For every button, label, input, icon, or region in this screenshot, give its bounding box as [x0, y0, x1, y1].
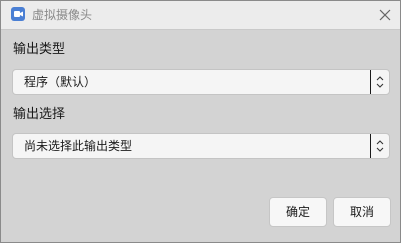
output-type-label: 输出类型: [13, 42, 66, 57]
title-bar[interactable]: 虚拟摄像头: [1, 1, 400, 30]
updown-chevron-icon: [376, 140, 384, 152]
ok-button[interactable]: 确定: [269, 197, 327, 227]
output-type-value: 程序（默认）: [24, 75, 97, 89]
camera-app-icon: [11, 7, 25, 21]
output-select-select[interactable]: 尚未选择此输出类型: [12, 133, 390, 159]
select-divider: [370, 70, 371, 94]
virtual-camera-dialog: 虚拟摄像头 输出类型 程序（默认） 输出选择 尚未选择此输出类型 确定 取消: [0, 0, 401, 243]
cancel-button[interactable]: 取消: [333, 197, 391, 227]
select-divider: [370, 134, 371, 158]
output-select-value: 尚未选择此输出类型: [24, 139, 133, 153]
output-type-select[interactable]: 程序（默认）: [12, 69, 390, 95]
close-button[interactable]: [373, 3, 397, 27]
window-title: 虚拟摄像头: [32, 8, 93, 22]
close-icon: [379, 9, 391, 21]
output-select-label: 输出选择: [13, 107, 66, 122]
updown-chevron-icon: [376, 76, 384, 88]
